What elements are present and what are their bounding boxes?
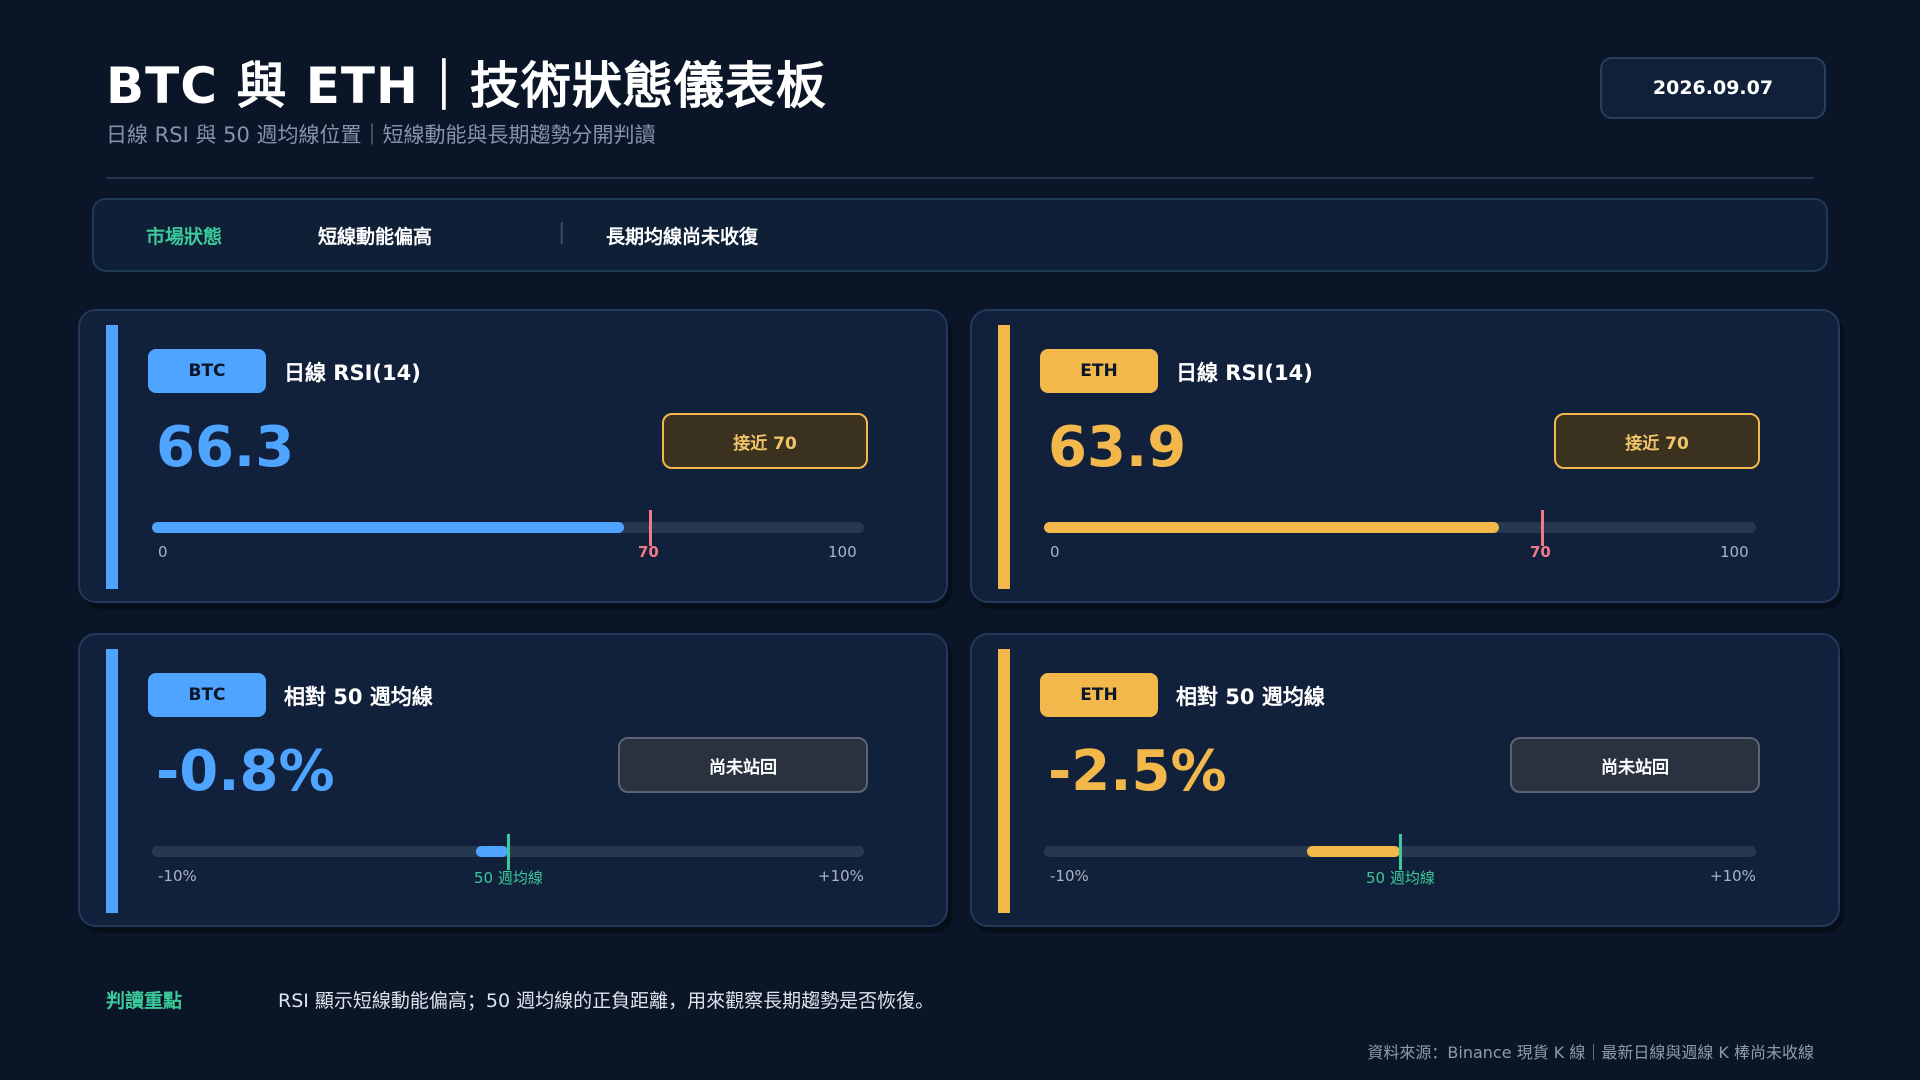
ma50-marker (507, 834, 510, 870)
btc-accent-bar (106, 325, 118, 589)
eth-accent-bar (998, 325, 1010, 589)
rsi-title: 日線 RSI(14) (284, 361, 421, 385)
axis-min-label: 0 (158, 543, 168, 561)
eth-rsi-badge: 接近 70 (1554, 413, 1760, 469)
ma-title: 相對 50 週均線 (284, 685, 433, 709)
eth-accent-bar (998, 649, 1010, 913)
btc-ma-value: -0.8% (156, 739, 335, 804)
eth-ma-fill (1307, 846, 1400, 857)
eth-tag: ETH (1040, 673, 1158, 717)
eth-rsi-value: 63.9 (1048, 415, 1187, 480)
axis-max-label: +10% (818, 867, 864, 885)
eth-ma-track (1044, 834, 1756, 870)
axis-mid-label: 70 (638, 543, 659, 561)
page-subtitle: 日線 RSI 與 50 週均線位置｜短線動能與長期趨勢分開判讀 (106, 123, 656, 147)
page-title: BTC 與 ETH｜技術狀態儀表板 (106, 57, 827, 115)
data-source: 資料來源：Binance 現貨 K 線｜最新日線與週線 K 棒尚未收線 (1367, 1043, 1814, 1062)
axis-mid-label: 50 週均線 (474, 869, 543, 887)
note-label: 判讀重點 (106, 990, 183, 1012)
btc-ma-card: BTC 相對 50 週均線 -0.8% 尚未站回 -10% 50 週均線 +10… (78, 633, 948, 927)
status-divider: | (558, 220, 566, 245)
axis-min-label: 0 (1050, 543, 1060, 561)
status-long-term: 長期均線尚未收復 (606, 226, 759, 248)
eth-ma-card: ETH 相對 50 週均線 -2.5% 尚未站回 -10% 50 週均線 +10… (970, 633, 1840, 927)
axis-mid-label: 70 (1530, 543, 1551, 561)
axis-mid-label: 50 週均線 (1366, 869, 1435, 887)
eth-ma-badge: 尚未站回 (1510, 737, 1760, 793)
btc-tag: BTC (148, 349, 266, 393)
ma50-marker (1399, 834, 1402, 870)
rsi-70-marker (1541, 510, 1545, 546)
rsi-70-marker (649, 510, 653, 546)
axis-max-label: 100 (828, 543, 857, 561)
dashboard-page: BTC 與 ETH｜技術狀態儀表板 日線 RSI 與 50 週均線位置｜短線動能… (0, 0, 1920, 1080)
eth-tag: ETH (1040, 349, 1158, 393)
eth-rsi-card: ETH 日線 RSI(14) 63.9 接近 70 0 70 100 (970, 309, 1840, 603)
axis-min-label: -10% (158, 867, 197, 885)
market-status-label: 市場狀態 (146, 226, 223, 248)
status-short-term: 短線動能偏高 (318, 226, 433, 248)
header-divider (106, 177, 1814, 179)
btc-accent-bar (106, 649, 118, 913)
btc-rsi-badge: 接近 70 (662, 413, 868, 469)
date-badge: 2026.09.07 (1600, 57, 1826, 119)
rsi-title: 日線 RSI(14) (1176, 361, 1313, 385)
axis-min-label: -10% (1050, 867, 1089, 885)
eth-ma-value: -2.5% (1048, 739, 1227, 804)
btc-rsi-value: 66.3 (156, 415, 295, 480)
eth-rsi-fill (1044, 522, 1499, 533)
ma-title: 相對 50 週均線 (1176, 685, 1325, 709)
btc-rsi-card: BTC 日線 RSI(14) 66.3 接近 70 0 70 100 (78, 309, 948, 603)
btc-rsi-track (152, 510, 864, 546)
btc-ma-badge: 尚未站回 (618, 737, 868, 793)
note-text: RSI 顯示短線動能偏高；50 週均線的正負距離，用來觀察長期趨勢是否恢復。 (278, 990, 935, 1012)
btc-tag: BTC (148, 673, 266, 717)
axis-max-label: +10% (1710, 867, 1756, 885)
btc-ma-track (152, 834, 864, 870)
market-status-bar: 市場狀態 短線動能偏高 | 長期均線尚未收復 (92, 198, 1828, 272)
btc-rsi-fill (152, 522, 625, 533)
btc-ma-fill (475, 846, 508, 857)
axis-max-label: 100 (1720, 543, 1749, 561)
eth-rsi-track (1044, 510, 1756, 546)
